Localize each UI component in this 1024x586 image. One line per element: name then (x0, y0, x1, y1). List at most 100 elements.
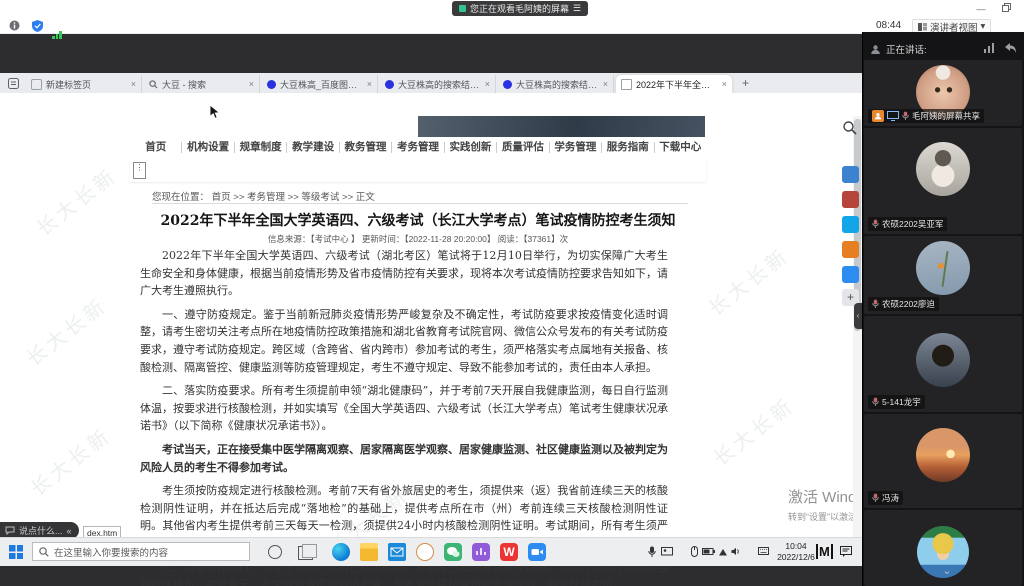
shield-icon[interactable] (32, 20, 43, 32)
connection-quality-icon[interactable] (984, 42, 998, 54)
search-icon (149, 80, 158, 89)
m-tray-icon[interactable]: M (816, 544, 833, 559)
taskbar: 在这里输入你要搜索的内容 W 4°C 多云 ^ ⇄ 英 (0, 537, 862, 566)
participant-name: 5-141龙宇 (882, 396, 921, 408)
app-r-icon[interactable] (416, 543, 434, 561)
participant-label: 毛阿姨的屏幕共享 (868, 109, 984, 123)
marquee-handle-icon[interactable]: ⋮ (133, 162, 146, 179)
page-watermark: 长大长新 (23, 420, 117, 502)
participant-tile[interactable]: 农硕2202吴亚军 (864, 128, 1022, 234)
file-explorer-icon[interactable] (360, 543, 378, 561)
nav-item[interactable]: 首页 (130, 142, 182, 153)
chat-placeholder: 说点什么... (19, 524, 63, 537)
nav-item[interactable]: 考务管理 (392, 142, 444, 153)
browser-tab[interactable]: 大豆株高_百度图片搜索 × (262, 75, 378, 93)
new-tab-page-icon (31, 79, 42, 90)
participant-tile[interactable]: 冯涛 (864, 414, 1022, 508)
new-tab-button[interactable]: + (742, 76, 749, 90)
note-tray-icon[interactable] (840, 546, 852, 557)
browser-tab-active[interactable]: 2022年下半年全国大学英 × (616, 75, 732, 93)
cortana-button[interactable] (268, 545, 282, 559)
wps-icon[interactable]: W (500, 543, 518, 561)
start-button[interactable] (9, 545, 23, 559)
scroll-more-chevron-icon[interactable]: ⌄ (938, 566, 956, 578)
breadcrumb[interactable]: 您现在位置： 首页 >> 考务管理 >> 等级考试 >> 正文 (152, 189, 375, 203)
nav-item[interactable]: 规章制度 (235, 142, 287, 153)
caret-down-icon: ▾ (981, 21, 986, 32)
chat-bubble-icon (5, 526, 15, 535)
browser-toolbar: ← https://jwc.yangtzeu.edu.cn/info/1049/… (0, 93, 862, 117)
widget-phone-icon[interactable] (842, 191, 859, 208)
info-icon[interactable] (9, 20, 20, 31)
widget-qq-icon[interactable] (842, 216, 859, 233)
browser-tabstrip: 新建标签页 × 大豆 - 搜索 × 大豆株高_百度图片搜索 × 大豆株高的搜索结… (0, 73, 862, 93)
touch-keyboard-icon[interactable] (758, 547, 769, 555)
restore-button[interactable] (1000, 3, 1012, 15)
paragraph: 考试当天，正在接受集中医学隔离观察、居家隔离医学观察、居家健康监测、社区健康监测… (140, 441, 668, 476)
chat-collapse-icon[interactable]: « (67, 526, 72, 536)
meeting-app-icon[interactable] (528, 543, 546, 561)
banner-menu-icon[interactable]: ☰ (573, 3, 581, 14)
reply-arrow-icon[interactable] (1004, 42, 1017, 54)
speaker-person-icon (870, 44, 881, 55)
widget-video-icon[interactable] (842, 266, 859, 283)
article-meta: 信息来源：【考试中心 】 更新时间：【2022-11-28 20:20:00】 … (135, 233, 701, 245)
mic-icon (902, 111, 909, 121)
edge-icon[interactable] (332, 543, 350, 561)
battery-icon[interactable] (702, 548, 715, 555)
tab-close-icon[interactable]: × (603, 79, 608, 89)
widget-chat-icon[interactable] (842, 166, 859, 183)
nav-item[interactable]: 服务指南 (602, 142, 654, 153)
participant-label: 农硕2202廖迫 (868, 297, 939, 311)
nav-item[interactable]: 实践创新 (445, 142, 497, 153)
nav-item[interactable]: 教务管理 (340, 142, 392, 153)
volume-icon[interactable] (731, 547, 741, 556)
bars-icon (472, 543, 490, 561)
nav-item[interactable]: 质量评估 (497, 142, 549, 153)
network-icon[interactable] (718, 547, 728, 556)
screen-share-icon (887, 111, 899, 121)
widget-orange-icon[interactable] (842, 241, 859, 258)
sharing-indicator-icon (459, 5, 466, 12)
tray-date: 2022/12/6 (770, 552, 822, 563)
mouse-icon[interactable] (691, 546, 698, 557)
app-purple-icon[interactable] (472, 543, 490, 561)
mic-icon (872, 299, 879, 309)
page-search-icon[interactable] (843, 121, 857, 135)
page-watermark: 长大长新 (19, 290, 113, 372)
wechat-icon[interactable] (444, 543, 462, 561)
page-watermark: 长大长新 (29, 160, 123, 242)
nav-item[interactable]: 机构设置 (182, 142, 234, 153)
nav-item[interactable]: 下载中心 (655, 142, 706, 153)
participant-tile[interactable]: 毛阿姨的屏幕共享 (864, 60, 1022, 126)
browser-tab[interactable]: 大豆株高的搜索结果_百度图 × (498, 75, 614, 93)
tab-close-icon[interactable]: × (485, 79, 490, 89)
meeting-clock: 08:44 (876, 20, 901, 31)
display-icon[interactable] (661, 547, 673, 557)
tab-actions-icon[interactable] (8, 78, 19, 89)
taskbar-clock[interactable]: 10:04 2022/12/6 (770, 541, 822, 563)
minimize-button[interactable]: — (975, 3, 987, 15)
network-signal-icon[interactable] (52, 21, 63, 39)
participant-avatar (916, 333, 970, 387)
tab-close-icon[interactable]: × (722, 79, 727, 89)
browser-tab[interactable]: 新建标签页 × (26, 75, 142, 93)
mail-icon[interactable] (388, 543, 406, 561)
taskbar-search[interactable]: 在这里输入你要搜索的内容 (32, 542, 250, 561)
participant-tile[interactable]: 5-141龙宇 (864, 316, 1022, 412)
participant-label: 农硕2202吴亚军 (868, 217, 947, 231)
task-view-button[interactable] (298, 546, 313, 560)
site-nav: 首页 机构设置 规章制度 教学建设 教务管理 考务管理 实践创新 质量评估 学务… (130, 137, 706, 158)
browser-tab[interactable]: 大豆 - 搜索 × (144, 75, 260, 93)
tab-close-icon[interactable]: × (367, 79, 372, 89)
search-icon (39, 547, 49, 557)
nav-item[interactable]: 教学建设 (287, 142, 339, 153)
microphone-icon[interactable] (648, 546, 656, 558)
browser-tab[interactable]: 大豆株高的搜索结果_百度图 × (380, 75, 496, 93)
tab-close-icon[interactable]: × (131, 79, 136, 89)
tab-close-icon[interactable]: × (249, 79, 254, 89)
sidebar-collapse-handle[interactable]: ‹ (854, 303, 862, 329)
page-banner-image (418, 116, 705, 137)
nav-item[interactable]: 学务管理 (550, 142, 602, 153)
participant-tile[interactable]: 农硕2202廖迫 (864, 236, 1022, 314)
